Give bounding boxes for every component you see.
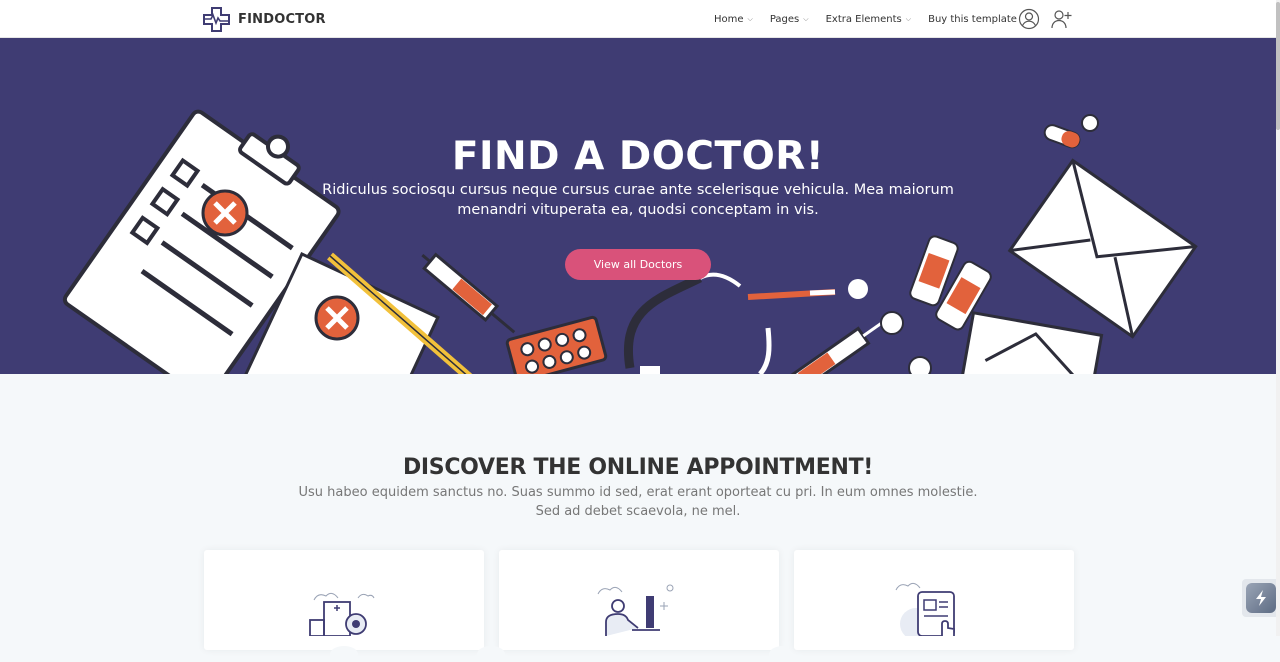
- chevron-down-icon: ⌵: [747, 14, 753, 23]
- view-all-doctors-button[interactable]: View all Doctors: [565, 249, 711, 280]
- discover-title-bold: ONLINE: [588, 455, 680, 480]
- nav-home-label: Home: [714, 13, 744, 25]
- feature-card[interactable]: [794, 550, 1074, 650]
- chevron-down-icon: ⌵: [905, 14, 912, 23]
- main-nav: Home ⌵ Pages ⌵ Extra Elements ⌵ Buy this…: [714, 0, 1017, 38]
- nav-extra-elements[interactable]: Extra Elements ⌵: [826, 14, 912, 25]
- doctor-computer-icon: [597, 584, 674, 636]
- page-scrollbar[interactable]: [1276, 0, 1280, 636]
- tablet-touch-icon: [895, 582, 955, 636]
- nav-pages[interactable]: Pages ⌵: [770, 14, 809, 25]
- hero-subtitle: Ridiculus sociosqu cursus neque cursus c…: [322, 182, 954, 218]
- feature-card[interactable]: [204, 550, 484, 662]
- lightning-icon: [1246, 583, 1276, 613]
- nav-home[interactable]: Home ⌵: [714, 14, 753, 25]
- card-notch: [330, 646, 358, 662]
- discover-title: DISCOVER THE ONLINE APPOINTMENT!: [0, 455, 1276, 480]
- medical-cross-logo-icon: [203, 7, 230, 32]
- nav-extra-elements-label: Extra Elements: [825, 13, 902, 25]
- user-circle-icon[interactable]: [1018, 8, 1040, 30]
- nav-buy-template[interactable]: Buy this template: [928, 14, 1017, 25]
- top-header: FINDOCTOR Home ⌵ Pages ⌵ Extra Elements …: [0, 0, 1276, 38]
- floating-widget-button[interactable]: [1242, 579, 1280, 617]
- add-user-icon[interactable]: [1051, 8, 1073, 30]
- chevron-down-icon: ⌵: [803, 14, 809, 23]
- nav-buy-template-label: Buy this template: [928, 13, 1017, 25]
- feature-card[interactable]: [477, 550, 797, 662]
- brand-logo[interactable]: FINDOCTOR: [202, 6, 326, 32]
- scrollbar-thumb[interactable]: [1276, 2, 1280, 130]
- hero-section: FIND A DOCTOR! Ridiculus sociosqu cursus…: [0, 38, 1276, 374]
- discover-title-pre: DISCOVER THE: [402, 455, 589, 480]
- brand-name: FINDOCTOR: [238, 11, 326, 27]
- discover-title-post: APPOINTMENT!: [679, 455, 874, 480]
- nav-pages-label: Pages: [769, 13, 800, 25]
- hero-title: FIND A DOCTOR!: [451, 134, 825, 179]
- card-notch: [769, 646, 797, 662]
- card-notch: [477, 646, 505, 662]
- discover-subtitle: Usu habeo equidem sanctus no. Suas summo…: [298, 485, 978, 519]
- hospital-search-icon: [309, 592, 375, 636]
